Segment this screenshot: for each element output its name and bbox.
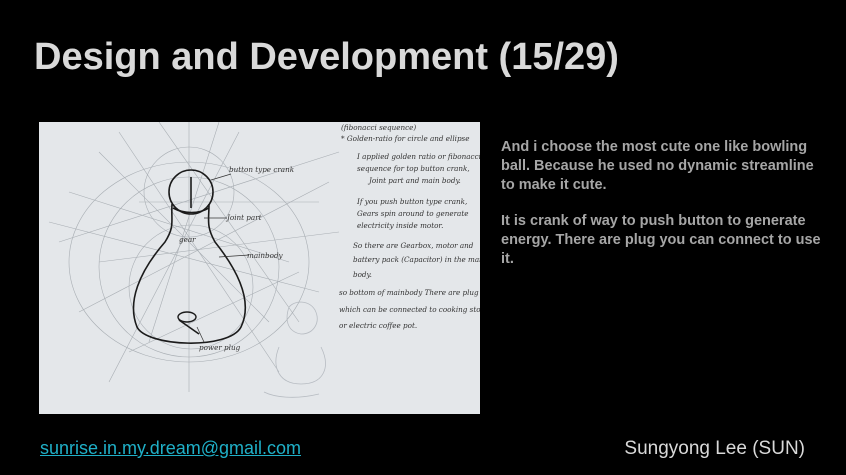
slide-title: Design and Development (15/29) bbox=[34, 36, 619, 78]
note-line: or electric coffee pot. bbox=[339, 321, 417, 330]
description-text: And i choose the most cute one like bowl… bbox=[501, 138, 821, 286]
note-line: So there are Gearbox, motor and bbox=[353, 241, 474, 250]
description-paragraph-1: And i choose the most cute one like bowl… bbox=[501, 139, 814, 193]
note-line: (fibonacci sequence) bbox=[341, 123, 416, 132]
note-line: body. bbox=[353, 270, 372, 279]
note-line: Joint part and main body. bbox=[367, 176, 461, 185]
email-link[interactable]: sunrise.in.my.dream@gmail.com bbox=[40, 438, 301, 459]
note-line: Gears spin around to generate bbox=[357, 209, 468, 218]
note-line: I applied golden ratio or fibonacci bbox=[356, 152, 480, 161]
label-joint-part: Joint part bbox=[225, 213, 262, 222]
label-gear: gear bbox=[179, 235, 196, 244]
author-name: Sungyong Lee (SUN) bbox=[624, 438, 805, 459]
label-power-plug: power plug bbox=[199, 343, 241, 352]
note-line: electricity inside motor. bbox=[357, 221, 443, 230]
label-main-body: mainbody bbox=[247, 251, 284, 260]
note-line: If you push button type crank, bbox=[356, 197, 467, 206]
description-paragraph-2: It is crank of way to push button to gen… bbox=[501, 213, 821, 267]
note-line: so bottom of mainbody There are plug bbox=[339, 288, 479, 297]
slide: Design and Development (15/29) button ty… bbox=[0, 0, 846, 475]
note-line: * Golden-ratio for circle and ellipse bbox=[341, 134, 470, 143]
concept-sketch-image: button type crank Joint part mainbody ge… bbox=[39, 122, 480, 414]
sketch-drawing: button type crank Joint part mainbody ge… bbox=[48, 122, 480, 398]
note-line: which can be connected to cooking stove bbox=[339, 305, 480, 314]
note-line: sequence for top button crank, bbox=[357, 164, 470, 173]
label-button-crank: button type crank bbox=[229, 165, 294, 174]
note-line: battery pack (Capacitor) in the main bbox=[353, 255, 480, 264]
